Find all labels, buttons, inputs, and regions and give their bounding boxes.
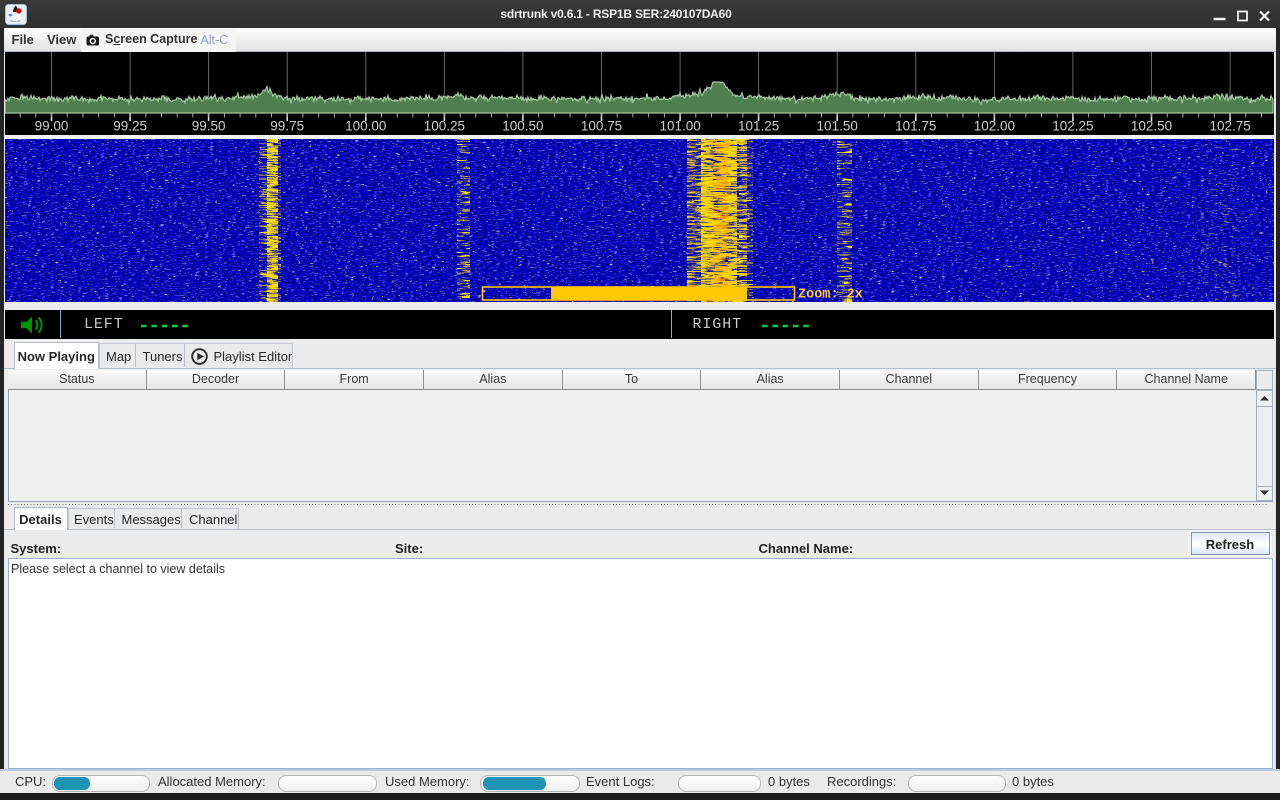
svg-text:100.25: 100.25 bbox=[424, 119, 465, 134]
svg-text:101.50: 101.50 bbox=[817, 119, 858, 134]
svg-text:100.50: 100.50 bbox=[502, 119, 543, 134]
svg-text:99.00: 99.00 bbox=[35, 119, 69, 134]
svg-text:102.25: 102.25 bbox=[1052, 119, 1093, 134]
svg-text:101.25: 101.25 bbox=[738, 119, 779, 134]
svg-text:101.75: 101.75 bbox=[895, 119, 936, 134]
svg-text:102.75: 102.75 bbox=[1209, 119, 1250, 134]
svg-text:101.00: 101.00 bbox=[659, 119, 700, 134]
svg-text:99.75: 99.75 bbox=[270, 119, 304, 134]
svg-text:99.50: 99.50 bbox=[192, 119, 226, 134]
svg-text:102.50: 102.50 bbox=[1131, 119, 1172, 134]
svg-text:99.25: 99.25 bbox=[113, 119, 147, 134]
svg-text:100.75: 100.75 bbox=[581, 119, 622, 134]
svg-text:100.00: 100.00 bbox=[345, 119, 386, 134]
svg-text:102.00: 102.00 bbox=[974, 119, 1015, 134]
svg-text:Zoom: 2x: Zoom: 2x bbox=[798, 288, 863, 303]
